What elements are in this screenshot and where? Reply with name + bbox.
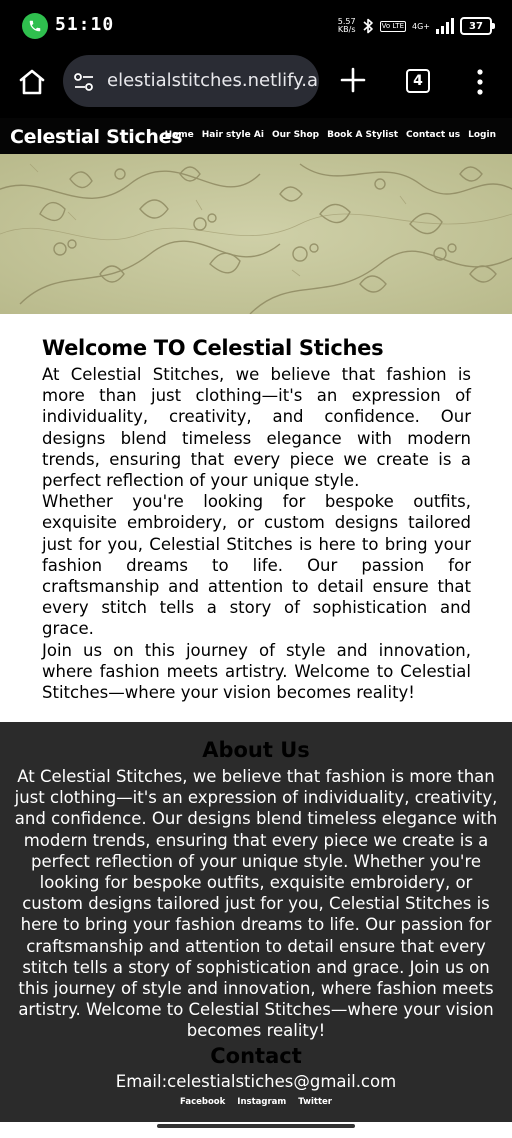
site-brand[interactable]: Celestial Stiches (10, 126, 183, 148)
welcome-paragraph: At Celestial Stitches, we believe that f… (42, 365, 471, 491)
welcome-body: At Celestial Stitches, we believe that f… (42, 364, 471, 703)
status-bar: 51:10 5.57 KB/s Vo LTE 4G+ 37 (0, 0, 512, 52)
gesture-bar (0, 1122, 512, 1138)
home-gesture-handle[interactable] (157, 1124, 355, 1128)
more-menu-icon[interactable] (474, 69, 486, 95)
embroidery-pattern (0, 154, 512, 314)
nav-links: Home Hair style Ai Our Shop Book A Styli… (165, 130, 496, 140)
network-speed: 5.57 KB/s (338, 18, 356, 34)
welcome-paragraph: Whether you're looking for bespoke outfi… (42, 492, 471, 639)
bluetooth-icon (363, 18, 373, 34)
site-navbar: Celestial Stiches Home Hair style Ai Our… (0, 118, 512, 156)
about-heading: About Us (202, 738, 310, 762)
network-speed-unit: KB/s (337, 25, 356, 34)
tab-switcher-icon[interactable]: 4 (406, 69, 430, 93)
about-text: At Celestial Stitches, we believe that f… (14, 767, 498, 1041)
url-text: elestialstitches.netlify.app (107, 70, 319, 91)
nav-hair-style-ai[interactable]: Hair style Ai (202, 130, 264, 140)
nav-login[interactable]: Login (468, 130, 496, 140)
volte-badge: Vo LTE (379, 20, 406, 32)
browser-toolbar: elestialstitches.netlify.app 4 (0, 52, 512, 118)
nav-book-a-stylist[interactable]: Book A Stylist (327, 130, 398, 140)
welcome-heading: Welcome TO Celestial Stiches (42, 336, 384, 360)
contact-heading: Contact (210, 1044, 302, 1068)
welcome-paragraph: Join us on this journey of style and inn… (42, 640, 471, 703)
clock: 51:10 (55, 14, 115, 35)
battery-level: 37 (469, 20, 483, 32)
nav-contact-us[interactable]: Contact us (406, 130, 460, 140)
facebook-link[interactable]: Facebook (180, 1097, 225, 1107)
welcome-section: Welcome TO Celestial Stiches At Celestia… (0, 314, 512, 722)
social-links: Facebook Instagram Twitter (0, 1097, 512, 1107)
contact-email[interactable]: Email:celestialstiches@gmail.com (0, 1072, 512, 1091)
about-section: About Us At Celestial Stitches, we belie… (0, 722, 512, 1122)
site-settings-icon[interactable] (73, 71, 95, 93)
home-icon[interactable] (16, 66, 48, 98)
battery-icon: 37 (460, 17, 495, 35)
nav-home[interactable]: Home (165, 130, 194, 140)
signal-icon (436, 18, 454, 34)
nav-our-shop[interactable]: Our Shop (272, 130, 319, 140)
network-type: 4G+ (412, 21, 430, 31)
call-icon[interactable] (22, 13, 48, 39)
hero-banner-image (0, 154, 512, 314)
tab-count: 4 (413, 73, 423, 89)
address-bar[interactable]: elestialstitches.netlify.app (63, 55, 319, 107)
twitter-link[interactable]: Twitter (298, 1097, 332, 1107)
new-tab-icon[interactable] (339, 66, 367, 94)
instagram-link[interactable]: Instagram (237, 1097, 286, 1107)
